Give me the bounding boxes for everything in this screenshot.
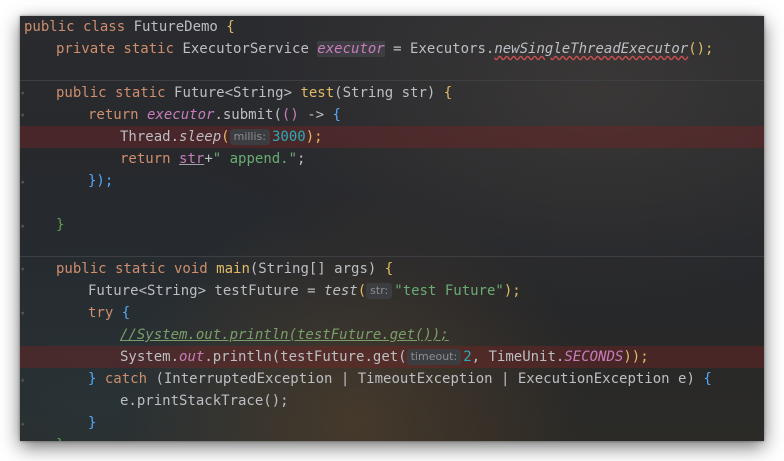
code-line-6: return str+" append.";: [20, 148, 764, 170]
keyword: return: [120, 151, 180, 167]
enum-ref: , TimeUnit.: [471, 349, 565, 365]
brace: }: [88, 371, 105, 387]
class-ref: Executors.: [410, 41, 495, 57]
number-literal: 3000: [272, 129, 306, 145]
plus-op: +: [204, 151, 213, 167]
keyword: private static: [56, 41, 183, 57]
brace: {: [384, 261, 394, 277]
method-name: main: [216, 261, 250, 277]
type-name: ExecutorService: [182, 41, 318, 57]
closing-brace: }: [56, 217, 65, 233]
code-line-13: System.out.println(testFuture.get(timeou…: [20, 346, 764, 368]
open-paren: (: [357, 283, 367, 299]
enum-constant: SECONDS: [564, 349, 624, 365]
method-call: .submit(: [214, 107, 282, 123]
code-line-15: e.printStackTrace();: [20, 390, 764, 412]
param-hint: timeout:: [406, 349, 462, 365]
fold-icon[interactable]: ▾: [20, 90, 26, 99]
fold-icon[interactable]: ▴: [20, 376, 26, 385]
method-call: sleep: [179, 129, 222, 145]
param-hint: str:: [366, 283, 393, 299]
brace: {: [703, 371, 712, 387]
method-separator: [20, 80, 764, 81]
code-line-10: Future<String> testFuture = test(str: "te…: [20, 280, 764, 302]
brace: {: [332, 107, 341, 123]
closing-brace: }: [88, 415, 97, 431]
close-paren: ));: [623, 349, 649, 365]
method-call: newSingleThreadExecutor: [494, 41, 689, 57]
method-call: .println(testFuture.get(: [204, 349, 407, 365]
class-ref: Thread.: [120, 129, 180, 145]
code-line-14: ▴ } catch (InterruptedException | Timeou…: [20, 368, 764, 390]
code-line-16: ▴ }: [20, 412, 764, 434]
params: (String[] args): [249, 261, 385, 277]
code-line-12: //System.out.println(testFuture.get());: [20, 324, 764, 346]
fold-icon[interactable]: ▴: [20, 222, 26, 231]
fold-icon[interactable]: ▾: [20, 310, 26, 319]
code-line-1: public class FutureDemo {: [20, 16, 764, 38]
close-paren: );: [305, 129, 323, 145]
keyword: try: [88, 305, 122, 321]
code-line-2: private static ExecutorService executor …: [20, 38, 764, 60]
code-line-7: ▴ });: [20, 170, 764, 192]
brace: {: [443, 85, 453, 101]
brace: {: [121, 305, 131, 321]
field-executor: executor: [147, 107, 215, 123]
keyword: public class: [24, 19, 134, 35]
method-call: test: [324, 283, 358, 299]
statement: e.printStackTrace();: [120, 393, 289, 409]
string-literal: "test Future": [394, 283, 504, 299]
fold-icon[interactable]: ▴: [20, 420, 26, 429]
arrow: ->: [298, 107, 333, 123]
closing-brace: }: [56, 434, 64, 441]
declaration: Future<String> testFuture =: [88, 283, 325, 299]
code-line-11: ▾ try {: [20, 302, 764, 324]
lambda-paren-close: ): [290, 107, 299, 123]
param-hint: millis:: [229, 129, 270, 145]
catch-params: (InterruptedException | TimeoutException…: [155, 371, 704, 387]
code-line-8: ▴ }: [20, 214, 764, 236]
class-name: FutureDemo: [133, 19, 227, 35]
field-executor: executor: [317, 41, 385, 57]
code-line-17: }: [20, 434, 764, 441]
keyword: return: [88, 107, 148, 123]
closing-braces: });: [88, 173, 114, 189]
close-paren: );: [503, 283, 521, 299]
assign-op: =: [384, 41, 411, 57]
open-paren: (: [221, 129, 230, 145]
fold-icon[interactable]: ▾: [20, 112, 26, 121]
keyword: public static void: [56, 261, 217, 277]
class-ref: System.: [120, 349, 180, 365]
fold-icon[interactable]: ▴: [20, 178, 26, 187]
code-line-4: ▾ return executor.submit(() -> {: [20, 104, 764, 126]
fold-icon[interactable]: ▾: [20, 266, 26, 275]
static-field: out: [179, 349, 205, 365]
params: (String str): [334, 85, 444, 101]
code-line-9: ▾ public static void main(String[] args)…: [20, 258, 764, 280]
semicolon: ;: [297, 151, 306, 167]
code-line-3: ▾ public static Future<String> test(Stri…: [20, 82, 764, 104]
call-tail: ();: [688, 41, 714, 57]
brace: {: [226, 19, 235, 35]
method-separator: [20, 256, 764, 257]
keyword: public static: [56, 85, 175, 101]
number-literal: 2: [463, 349, 472, 365]
code-line-5: Thread.sleep(millis: 3000);: [20, 126, 764, 148]
code-editor[interactable]: public class FutureDemo { private static…: [20, 16, 764, 441]
comment: //System.out.println(testFuture.get());: [120, 327, 449, 343]
keyword: catch: [104, 371, 156, 387]
variable: str: [179, 151, 205, 167]
method-name: test: [300, 85, 335, 101]
return-type: Future<String>: [174, 85, 301, 101]
string-literal: " append.": [212, 151, 298, 167]
